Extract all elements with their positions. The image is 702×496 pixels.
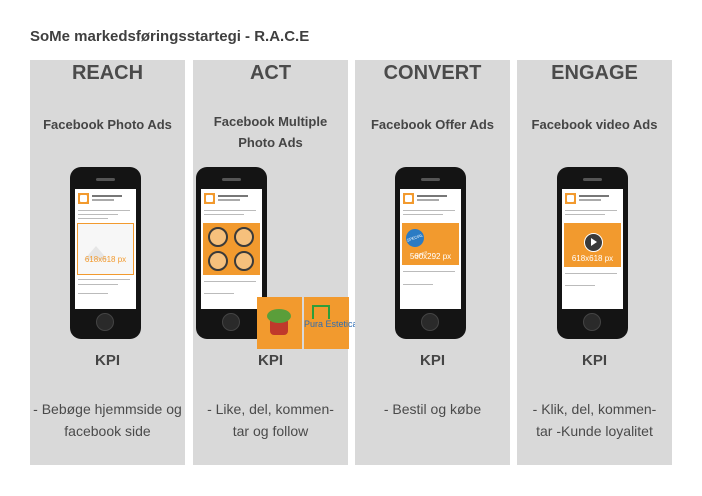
speaker	[96, 178, 115, 181]
kpi-label: KPI	[94, 352, 120, 369]
media-size-label: 618x618 px	[84, 255, 127, 264]
offer-ad-placeholder: SPECIAL OFFER 560x292 px	[402, 223, 459, 265]
brand-text: Pura Estetica	[304, 319, 358, 329]
product-icon	[234, 227, 254, 247]
home-button	[96, 313, 114, 331]
media-size-label: 618x618 px	[571, 254, 614, 263]
home-button	[222, 313, 240, 331]
column-heading: ENGAGE	[551, 62, 638, 84]
multi-photo-grid	[203, 223, 260, 275]
column-convert: CONVERT Facebook Offer Ads SPECIAL OFFER…	[355, 60, 510, 465]
phone-screen: SPECIAL OFFER 560x292 px	[400, 189, 461, 309]
phone-mockup: 618x618 px	[70, 167, 141, 339]
ad-type: Facebook Offer Ads	[370, 117, 495, 132]
product-icon	[208, 251, 228, 271]
ad-type: Facebook Multiple Photo Ads	[213, 114, 328, 150]
home-button	[583, 313, 601, 331]
column-heading: REACH	[71, 62, 144, 84]
kpi-description: - Like, del, kommen- tar og follow	[207, 401, 334, 439]
product-icon	[234, 251, 254, 271]
phone-screen	[201, 189, 262, 309]
phone-mockup: 618x618 px	[557, 167, 628, 339]
column-heading: ACT	[249, 62, 292, 84]
phone-mockup: SPECIAL OFFER 560x292 px	[395, 167, 466, 339]
column-reach: REACH Facebook Photo Ads 618x618 px KPI …	[30, 60, 185, 465]
ad-type: Facebook video Ads	[531, 117, 658, 132]
media-size-label: 560x292 px	[409, 252, 452, 261]
play-icon	[584, 233, 603, 252]
column-act: ACT Facebook Multiple Photo Ads Pura Est…	[193, 60, 358, 465]
house-logo-icon	[312, 305, 330, 319]
phone-screen: 618x618 px	[562, 189, 623, 309]
page-logo-icon	[204, 193, 215, 204]
kpi-label: KPI	[419, 352, 445, 369]
carousel-tile-plant	[257, 297, 302, 349]
photo-ad-placeholder: 618x618 px	[77, 223, 134, 275]
product-icon	[208, 227, 228, 247]
phone-screen: 618x618 px	[75, 189, 136, 309]
kpi-description: - Bestil og købe	[383, 401, 482, 417]
page-logo-icon	[565, 193, 576, 204]
home-button	[421, 313, 439, 331]
ad-type: Facebook Photo Ads	[43, 117, 172, 132]
page-title: SoMe markedsføringsstartegi - R.A.C.E	[30, 28, 310, 45]
page-logo-icon	[403, 193, 414, 204]
kpi-label: KPI	[581, 352, 607, 369]
special-offer-badge: SPECIAL OFFER	[403, 226, 428, 259]
column-heading: CONVERT	[383, 62, 482, 84]
video-ad-placeholder: 618x618 px	[564, 223, 621, 267]
column-engage: ENGAGE Facebook video Ads 618x618 px KPI…	[517, 60, 672, 465]
page-logo-icon	[78, 193, 89, 204]
kpi-description: - Bebøge hjemmside og facebook side	[33, 401, 182, 439]
kpi-description: - Klik, del, kommen- tar -Kunde loyalite…	[532, 401, 657, 439]
carousel-tile-brand: Pura Estetica	[304, 297, 358, 349]
flowerpot-icon	[270, 321, 288, 335]
kpi-label: KPI	[257, 352, 283, 369]
plant-icon	[267, 309, 291, 323]
